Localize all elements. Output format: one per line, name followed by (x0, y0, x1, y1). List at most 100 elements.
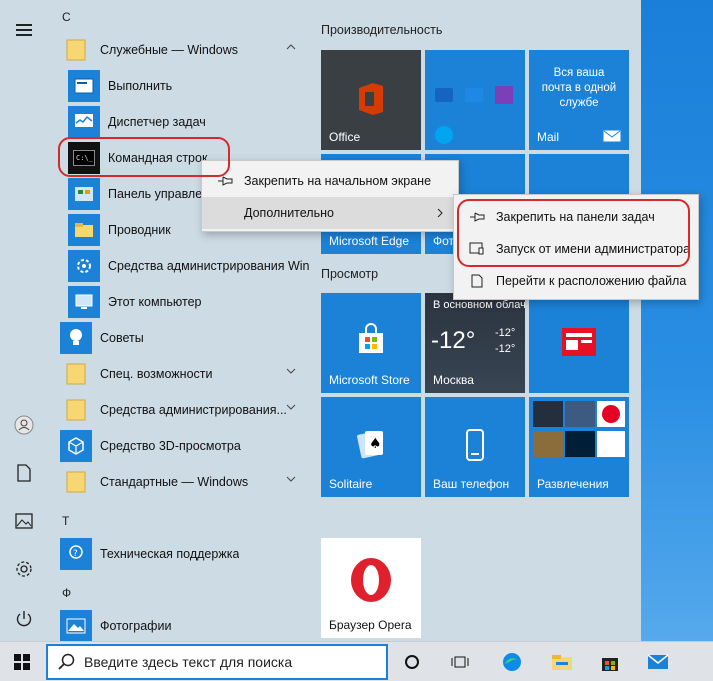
tile-label: Москва (433, 373, 474, 387)
app-label: Этот компьютер (108, 295, 202, 309)
menu-item-open-location[interactable]: Перейти к расположению файла (454, 265, 698, 297)
folder-accessibility[interactable]: Спец. возможности (60, 356, 310, 392)
folder-icon (60, 34, 92, 66)
cortana-icon[interactable] (390, 642, 434, 681)
mail-taskbar-icon[interactable] (636, 642, 680, 681)
app-list: С Служебные — Windows Выполнить Диспетче… (48, 0, 310, 644)
desktop-background (641, 0, 713, 641)
app-cmd[interactable]: C:\_ Командная строка (68, 140, 208, 176)
app-admin-tools-windows[interactable]: Средства администрирования Windows (68, 248, 310, 284)
tile-label: Развлечения (537, 477, 609, 491)
app-3d-viewer[interactable]: Средство 3D-просмотра (60, 428, 310, 464)
menu-item-more[interactable]: Дополнительно (202, 197, 458, 229)
folder-icon (60, 394, 92, 426)
terminal-icon: C:\_ (68, 142, 100, 174)
run-icon (68, 70, 100, 102)
file-explorer-icon (68, 214, 100, 246)
task-view-icon[interactable] (438, 642, 482, 681)
taskbar-search-box[interactable]: Введите здесь текст для поиска (46, 644, 388, 680)
tile-opera[interactable]: Браузер Opera (321, 538, 421, 638)
chevron-down-icon (286, 404, 296, 410)
store-icon (359, 323, 383, 353)
tile-label: Solitaire (329, 477, 373, 491)
dolby-icon (597, 431, 625, 457)
app-tips[interactable]: Советы (60, 320, 310, 356)
search-icon (58, 653, 75, 670)
help-icon: ? (60, 538, 92, 570)
letter-header-t[interactable]: Т (62, 514, 69, 528)
tile-group-title-browse[interactable]: Просмотр (321, 267, 378, 281)
menu-item-label: Закрепить на панели задач (496, 210, 655, 224)
tile-office[interactable]: Office (321, 50, 421, 150)
tile-label: Office (329, 130, 361, 144)
tile-label: Mail (537, 130, 560, 144)
weather-low: -12° (495, 343, 516, 355)
settings-icon[interactable] (0, 547, 48, 591)
tile-office-apps-folder[interactable] (425, 50, 525, 150)
file-explorer-taskbar-icon[interactable] (540, 642, 584, 681)
tile-label: Microsoft Edge (329, 234, 410, 248)
tile-label: Ваш телефон (433, 477, 510, 491)
app-this-pc[interactable]: Этот компьютер (68, 284, 308, 320)
tile-mail[interactable]: Вся ваша почта в одной службе Mail (529, 50, 629, 150)
control-panel-icon (68, 178, 100, 210)
menu-item-pin-start[interactable]: Закрепить на начальном экране (202, 165, 458, 197)
office-icon (359, 83, 383, 115)
tile-your-phone[interactable]: Ваш телефон (425, 397, 525, 497)
power-icon[interactable] (0, 597, 48, 641)
app-control-panel[interactable]: Панель управления (68, 176, 208, 212)
store-taskbar-icon[interactable] (588, 642, 632, 681)
onedrive-icon (435, 88, 453, 102)
menu-item-label: Дополнительно (244, 206, 334, 220)
svg-text:?: ? (73, 549, 78, 559)
pictures-icon[interactable] (0, 499, 48, 543)
app-support[interactable]: ? Техническая поддержка (60, 536, 310, 572)
envelope-icon (603, 130, 621, 142)
letter-header-f[interactable]: Ф (62, 586, 71, 600)
outlook-icon (465, 88, 483, 102)
prime-video-icon (533, 401, 563, 427)
tile-solitaire[interactable]: ♠ Solitaire (321, 397, 421, 497)
taskbar: Введите здесь текст для поиска (0, 641, 713, 681)
folder-system-tools[interactable]: Служебные — Windows (60, 32, 310, 68)
letter-header-c[interactable]: С (62, 10, 71, 24)
app-label: Средства администрирования... (100, 403, 287, 417)
lightbulb-icon (60, 322, 92, 354)
app-label: Проводник (108, 223, 171, 237)
document-icon[interactable] (0, 451, 48, 495)
folder-standard[interactable]: Стандартные — Windows (60, 464, 310, 500)
admin-tools-icon (68, 250, 100, 282)
menu-item-pin-taskbar[interactable]: Закрепить на панели задач (454, 201, 698, 233)
folder-icon (60, 466, 92, 498)
folder-icon (60, 358, 92, 390)
app-label: Командная строка (108, 151, 208, 165)
photoshop-icon (565, 431, 595, 457)
folder-admin-tools[interactable]: Средства администрирования... (60, 392, 310, 428)
tile-store[interactable]: Microsoft Store (321, 293, 421, 393)
tile-group-title-productivity[interactable]: Производительность (321, 23, 442, 37)
windows-start-icon[interactable] (0, 642, 44, 681)
app-task-manager[interactable]: Диспетчер задач (68, 104, 308, 140)
edge-icon[interactable] (490, 642, 534, 681)
tile-weather[interactable]: В основном облачно -12° -12° -12° Москва (425, 293, 525, 393)
app-run[interactable]: Выполнить (68, 68, 308, 104)
context-menu-primary: Закрепить на начальном экране Дополнител… (201, 160, 459, 232)
tile-entertainment[interactable]: Развлечения (529, 397, 629, 497)
menu-item-run-as-admin[interactable]: Запуск от имени администратора (454, 233, 698, 265)
shield-icon (466, 242, 488, 256)
photos-icon (60, 610, 92, 642)
pinterest-icon (597, 401, 625, 427)
task-manager-icon (68, 106, 100, 138)
tile-news[interactable] (529, 293, 629, 393)
menu-item-label: Перейти к расположению файла (496, 274, 687, 288)
app-label: Фотографии (100, 619, 172, 633)
app-label: Средство 3D-просмотра (100, 439, 241, 453)
app-label: Выполнить (108, 79, 173, 93)
hamburger-icon[interactable] (0, 8, 48, 52)
phone-icon (466, 429, 484, 461)
pin-icon (466, 211, 488, 223)
app-thumbnail (565, 401, 595, 427)
cube-icon (60, 430, 92, 462)
user-icon[interactable] (0, 403, 48, 447)
app-photos[interactable]: Фотографии (60, 608, 310, 644)
